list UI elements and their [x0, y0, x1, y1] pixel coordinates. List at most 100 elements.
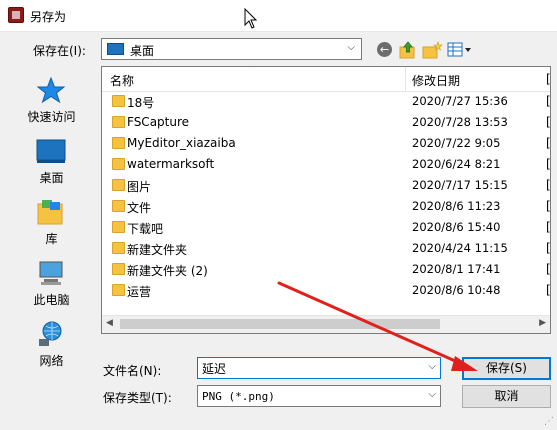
truncated-column: [	[546, 115, 551, 129]
folder-icon	[112, 116, 125, 128]
window-title: 另存为	[30, 10, 67, 24]
filetype-dropdown[interactable]: PNG (*.png) ⌵	[197, 385, 441, 407]
file-name: 图片	[127, 180, 152, 194]
place-label: 桌面	[39, 171, 64, 185]
filetype-label: 保存类型(T):	[103, 391, 172, 405]
folder-icon	[112, 284, 125, 296]
sort-ascending-icon: ⌃	[248, 66, 257, 75]
place-label: 库	[45, 232, 58, 246]
place-desktop[interactable]: 桌面	[8, 133, 95, 193]
truncated-column: [	[546, 157, 551, 171]
folder-icon	[112, 179, 125, 191]
filetype-value: PNG (*.png)	[202, 390, 275, 403]
up-one-level-button[interactable]	[398, 40, 418, 60]
column-header-modified[interactable]: 修改日期	[412, 72, 460, 89]
list-item[interactable]: 18号 2020/7/27 15:36 [	[102, 91, 551, 112]
filename-input[interactable]	[198, 358, 426, 378]
desktop-folder-icon	[107, 43, 124, 55]
file-name: 文件	[127, 201, 152, 215]
list-item[interactable]: 图片 2020/7/17 15:15 [	[102, 175, 551, 196]
truncated-column: [	[546, 241, 551, 255]
folder-icon	[112, 137, 125, 149]
list-item[interactable]: FSCapture 2020/7/28 13:53 [	[102, 112, 551, 133]
computer-icon	[39, 261, 63, 285]
list-item[interactable]: MyEditor_xiazaiba 2020/7/22 9:05 [	[102, 133, 551, 154]
filename-field[interactable]: ⌵	[197, 357, 441, 379]
file-date: 2020/6/24 8:21	[412, 157, 501, 171]
file-name: 18号	[127, 96, 155, 110]
file-name: 运营	[127, 285, 152, 299]
file-list-header: ⌃ 名称 修改日期 [	[102, 66, 550, 92]
folder-icon	[112, 242, 125, 254]
file-name: 新建文件夹	[127, 243, 188, 257]
filename-label: 文件名(N):	[103, 364, 162, 378]
folder-icon	[112, 263, 125, 275]
truncated-column: [	[546, 178, 551, 192]
list-item[interactable]: 新建文件夹 (2) 2020/8/1 17:41 [	[102, 259, 551, 280]
file-date: 2020/8/1 17:41	[412, 262, 501, 276]
truncated-column: [	[546, 220, 551, 234]
list-item[interactable]: 运营 2020/8/6 10:48 [	[102, 280, 551, 301]
title-bar: 另存为	[0, 0, 557, 32]
folder-icon	[112, 95, 125, 107]
file-date: 2020/8/6 11:23	[412, 199, 501, 213]
desktop-icon	[36, 139, 66, 163]
library-icon	[37, 200, 63, 225]
resize-grip-icon[interactable]: ⋰	[544, 416, 554, 427]
scroll-right-icon[interactable]: ▶	[539, 318, 546, 328]
view-grid-icon	[447, 42, 471, 57]
file-list[interactable]: ⌃ 名称 修改日期 [ 18号 2020/7/27 15:36 [ FSCapt…	[101, 66, 551, 334]
file-name: 新建文件夹 (2)	[127, 264, 208, 278]
file-date: 2020/7/28 13:53	[412, 115, 508, 129]
places-bar: 快速访问 桌面 库 此电脑 网络	[8, 66, 95, 372]
list-item[interactable]: 新建文件夹 2020/4/24 11:15 [	[102, 238, 551, 259]
place-label: 快速访问	[27, 110, 76, 124]
network-icon	[39, 321, 62, 346]
column-header-name[interactable]: 名称	[110, 72, 134, 89]
truncated-column: [	[546, 136, 551, 150]
place-libraries[interactable]: 库	[8, 194, 95, 254]
truncated-column: [	[546, 199, 551, 213]
star-icon	[36, 76, 66, 104]
cancel-button[interactable]: 取消	[462, 385, 551, 408]
place-quick-access[interactable]: 快速访问	[8, 72, 95, 132]
file-date: 2020/7/22 9:05	[412, 136, 501, 150]
column-header-truncated[interactable]: [	[546, 72, 550, 86]
scroll-left-icon[interactable]: ◀	[106, 318, 113, 328]
save-in-dropdown[interactable]: 桌面 ⌵	[101, 38, 362, 60]
horizontal-scrollbar[interactable]: ◀ ▶	[102, 315, 550, 333]
folder-icon	[112, 200, 125, 212]
back-arrow-icon: ←	[377, 42, 392, 57]
save-in-value: 桌面	[130, 44, 155, 58]
file-date: 2020/7/17 15:15	[412, 178, 508, 192]
place-label: 此电脑	[33, 293, 70, 307]
view-menu-button[interactable]	[446, 40, 474, 60]
place-label: 网络	[39, 354, 64, 368]
truncated-column: [	[546, 283, 551, 297]
chevron-down-icon: ⌵	[428, 389, 436, 400]
list-item[interactable]: 下载吧 2020/8/6 15:40 [	[102, 217, 551, 238]
save-button[interactable]: 保存(S)	[462, 357, 551, 380]
place-this-pc[interactable]: 此电脑	[8, 255, 95, 315]
folder-icon	[112, 221, 125, 233]
file-date: 2020/7/27 15:36	[412, 94, 508, 108]
file-date: 2020/8/6 15:40	[412, 220, 501, 234]
file-name: watermarksoft	[127, 157, 215, 171]
truncated-column: [	[546, 94, 551, 108]
chevron-down-icon[interactable]: ⌵	[428, 361, 436, 372]
truncated-column: [	[546, 262, 551, 276]
file-name: MyEditor_xiazaiba	[127, 136, 236, 150]
file-date: 2020/8/6 10:48	[412, 283, 501, 297]
place-network[interactable]: 网络	[8, 316, 95, 376]
save-in-label: 保存在(I):	[33, 44, 86, 58]
file-name: 下载吧	[127, 222, 164, 236]
back-button[interactable]: ←	[375, 40, 395, 60]
up-folder-icon	[399, 41, 415, 59]
new-folder-button[interactable]	[421, 40, 443, 60]
list-item[interactable]: watermarksoft 2020/6/24 8:21 [	[102, 154, 551, 175]
scrollbar-thumb[interactable]	[120, 319, 440, 329]
mouse-cursor-icon	[244, 8, 258, 29]
folder-icon	[112, 158, 125, 170]
app-icon	[8, 7, 24, 23]
list-item[interactable]: 文件 2020/8/6 11:23 [	[102, 196, 551, 217]
